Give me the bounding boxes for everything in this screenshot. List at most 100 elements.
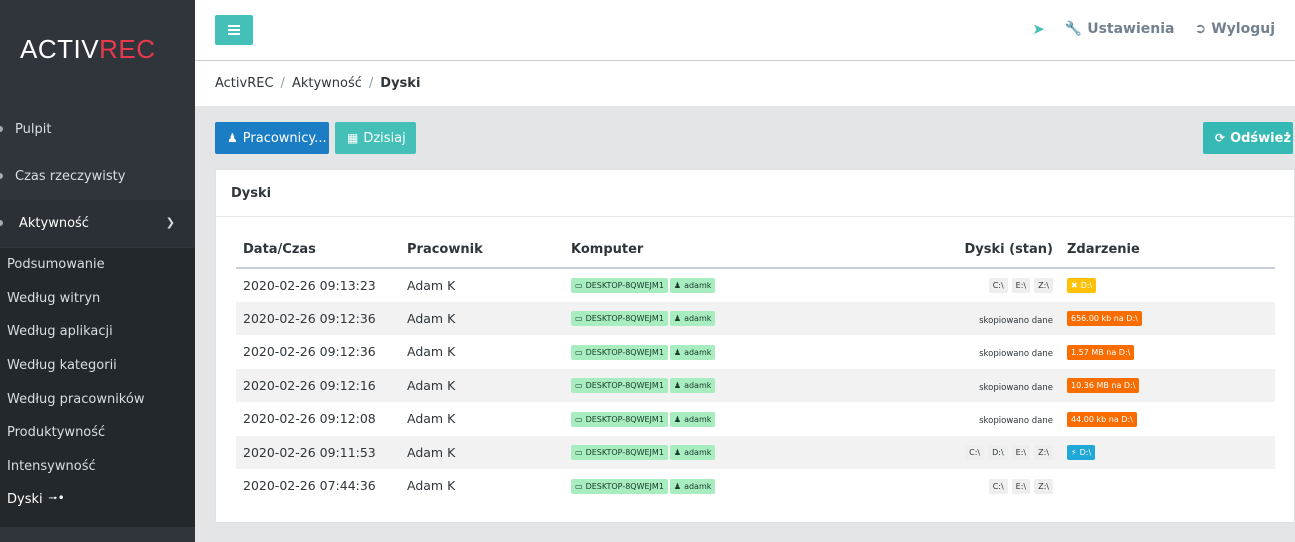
sidebar-item-realtime[interactable]: Czas rzeczywisty xyxy=(0,153,195,200)
refresh-button-label: Odśwież xyxy=(1230,130,1292,146)
sidebar-item-label: Pulpit xyxy=(15,122,52,137)
drive-badge: C:\ xyxy=(988,278,1008,294)
sidebar-sub-sites[interactable]: Według witryn xyxy=(0,282,195,316)
table-row[interactable]: 2020-02-26 09:12:36 Adam K ▭ DESKTOP-8QWEJM… xyxy=(236,335,1275,369)
sidebar-item-pulpit[interactable]: Pulpit xyxy=(0,106,195,153)
user-badge: ♟ adamk xyxy=(669,378,716,394)
cell-computer: ▭ DESKTOP-8QWEJM1 ♟ adamk xyxy=(564,368,814,402)
col-header-computer[interactable]: Komputer xyxy=(564,232,814,269)
desktop-icon: ▭ xyxy=(575,347,583,357)
col-header-datetime[interactable]: Data/Czas xyxy=(236,232,400,269)
user-name: adamk xyxy=(684,281,712,291)
sidebar-sub-disks[interactable]: Dyski ⭬• xyxy=(0,483,195,517)
sidebar-sub-workers[interactable]: Według pracowników xyxy=(0,382,195,416)
table-row[interactable]: 2020-02-26 09:12:16 Adam K ▭ DESKTOP-8QWEJM… xyxy=(236,368,1275,402)
sidebar-sub-intensity[interactable]: Intensywność xyxy=(0,450,195,484)
cell-disks: skopiowano dane xyxy=(814,368,1060,402)
cell-event: 44.00 kb na D:\ xyxy=(1060,402,1275,436)
breadcrumb-separator: / xyxy=(280,76,285,91)
drive-badge: Z:\ xyxy=(1034,278,1053,294)
sidebar-sub-summary[interactable]: Podsumowanie xyxy=(0,248,195,282)
refresh-button[interactable]: ⟳ Odśwież xyxy=(1203,122,1293,154)
sidebar-sub-categories[interactable]: Według kategorii xyxy=(0,349,195,383)
workers-button[interactable]: ♟ Pracownicy... xyxy=(215,122,329,154)
logout-link[interactable]: ➲ Wyloguj xyxy=(1194,21,1275,37)
table-header-row: Data/Czas Pracownik Komputer Dyski (stan… xyxy=(236,232,1275,269)
disk-state: skopiowano dane xyxy=(979,382,1053,393)
card-title: Dyski xyxy=(216,170,1294,217)
user-badge: ♟ adamk xyxy=(669,411,716,427)
sidebar-toggle-button[interactable] xyxy=(215,15,253,45)
nav-bullet-icon xyxy=(0,220,3,226)
sidebar-sub-label: Według pracowników xyxy=(7,391,145,407)
computer-name: DESKTOP-8QWEJM1 xyxy=(585,347,664,357)
disk-state: skopiowano dane xyxy=(979,315,1053,326)
desktop-icon: ▭ xyxy=(575,281,583,291)
brand-part-activ: ACTIV xyxy=(20,34,100,64)
cell-datetime: 2020-02-26 09:12:36 xyxy=(236,301,400,335)
user-icon: ♟ xyxy=(673,381,682,391)
cell-worker: Adam K xyxy=(407,277,456,293)
brand-logo[interactable]: ACTIVREC xyxy=(20,34,155,65)
drive-badge: C:\ xyxy=(988,478,1008,494)
sidebar-sub-label: Produktywność xyxy=(7,425,106,441)
logout-label: Wyloguj xyxy=(1211,21,1275,37)
col-header-worker[interactable]: Pracownik xyxy=(400,232,564,269)
breadcrumb-home[interactable]: ActivREC xyxy=(215,76,274,91)
user-icon: ♟ xyxy=(673,414,682,424)
disks-table: Data/Czas Pracownik Komputer Dyski (stan… xyxy=(236,232,1275,503)
cell-worker: Adam K xyxy=(400,301,564,335)
table-row[interactable]: 2020-02-26 07:44:36 Adam K ▭ DESKTOP-8QWEJM… xyxy=(236,469,1275,503)
user-badge: ♟ adamk xyxy=(669,278,716,294)
breadcrumb-activity[interactable]: Aktywność xyxy=(292,76,362,91)
computer-badge: ▭ DESKTOP-8QWEJM1 xyxy=(571,278,668,294)
cell-event: 1.57 MB na D:\ xyxy=(1060,335,1275,369)
user-icon: ♟ xyxy=(673,481,682,491)
sidebar-sub-label: Według witryn xyxy=(7,290,101,306)
col-header-event[interactable]: Zdarzenie xyxy=(1060,232,1275,269)
computer-badge: ▭ DESKTOP-8QWEJM1 xyxy=(571,478,668,494)
user-badge: ♟ adamk xyxy=(669,344,716,360)
cell-worker: Adam K xyxy=(407,344,456,360)
cell-computer: ▭ DESKTOP-8QWEJM1 ♟ adamk xyxy=(564,469,814,503)
cell-computer: ▭ DESKTOP-8QWEJM1 ♟ adamk xyxy=(564,435,814,469)
workers-button-label: Pracownicy... xyxy=(242,130,327,146)
computer-name: DESKTOP-8QWEJM1 xyxy=(585,381,664,391)
user-icon: ♟ xyxy=(673,347,682,357)
user-icon: ♟ xyxy=(673,281,682,291)
computer-badge: ▭ DESKTOP-8QWEJM1 xyxy=(571,445,668,461)
cell-datetime: 2020-02-26 09:12:36 xyxy=(243,344,376,360)
refresh-icon: ⟳ xyxy=(1215,131,1226,145)
event-badge: 10.36 MB na D:\ xyxy=(1067,378,1140,394)
breadcrumb-current: Dyski xyxy=(380,76,421,91)
table-body: 2020-02-26 09:13:23 Adam K ▭ DESKTOP-8QWEJM… xyxy=(236,268,1275,503)
settings-link[interactable]: 🔧 Ustawienia xyxy=(1065,21,1175,37)
sidebar: ACTIVREC Pulpit Czas rzeczywisty Aktywno… xyxy=(0,0,195,542)
col-header-disks[interactable]: Dyski (stan) xyxy=(814,232,1060,269)
cell-event xyxy=(1060,469,1275,503)
event-label: D:\ xyxy=(1080,281,1093,291)
user-name: adamk xyxy=(684,347,712,357)
sidebar-item-activity[interactable]: Aktywność ❯ xyxy=(0,200,195,247)
event-label: D:\ xyxy=(1079,448,1092,458)
desktop-icon: ▭ xyxy=(575,448,583,458)
table-row[interactable]: 2020-02-26 09:12:36 Adam K ▭ DESKTOP-8QWEJM… xyxy=(236,301,1275,335)
sidebar-sub-label: Intensywność xyxy=(7,458,96,474)
cell-worker: Adam K xyxy=(407,478,456,494)
paper-plane-icon[interactable]: ➤ xyxy=(1032,20,1045,38)
sidebar-sub-label: Według kategorii xyxy=(7,358,117,374)
event-label: 10.36 MB na D:\ xyxy=(1071,381,1136,391)
header-actions: ➤ 🔧 Ustawienia ➲ Wyloguj xyxy=(1032,20,1275,38)
table-row[interactable]: 2020-02-26 09:13:23 Adam K ▭ DESKTOP-8QWEJM… xyxy=(236,268,1275,302)
computer-badge: ▭ DESKTOP-8QWEJM1 xyxy=(571,311,668,327)
today-button[interactable]: ▦ Dzisiaj xyxy=(335,122,416,154)
table-row[interactable]: 2020-02-26 09:12:08 Adam K ▭ DESKTOP-8QWEJM… xyxy=(236,402,1275,436)
event-badge: ✖ D:\ xyxy=(1067,278,1097,294)
sidebar-sub-productivity[interactable]: Produktywność xyxy=(0,416,195,450)
sidebar-subnav: Podsumowanie Według witryn Według aplika… xyxy=(0,248,195,527)
event-label: 44.00 kb na D:\ xyxy=(1071,414,1133,424)
sidebar-sub-apps[interactable]: Według aplikacji xyxy=(0,315,195,349)
cell-datetime: 2020-02-26 09:12:08 xyxy=(243,411,376,427)
event-badge: 44.00 kb na D:\ xyxy=(1067,411,1137,427)
table-row[interactable]: 2020-02-26 09:11:53 Adam K ▭ DESKTOP-8QWEJM… xyxy=(236,435,1275,469)
